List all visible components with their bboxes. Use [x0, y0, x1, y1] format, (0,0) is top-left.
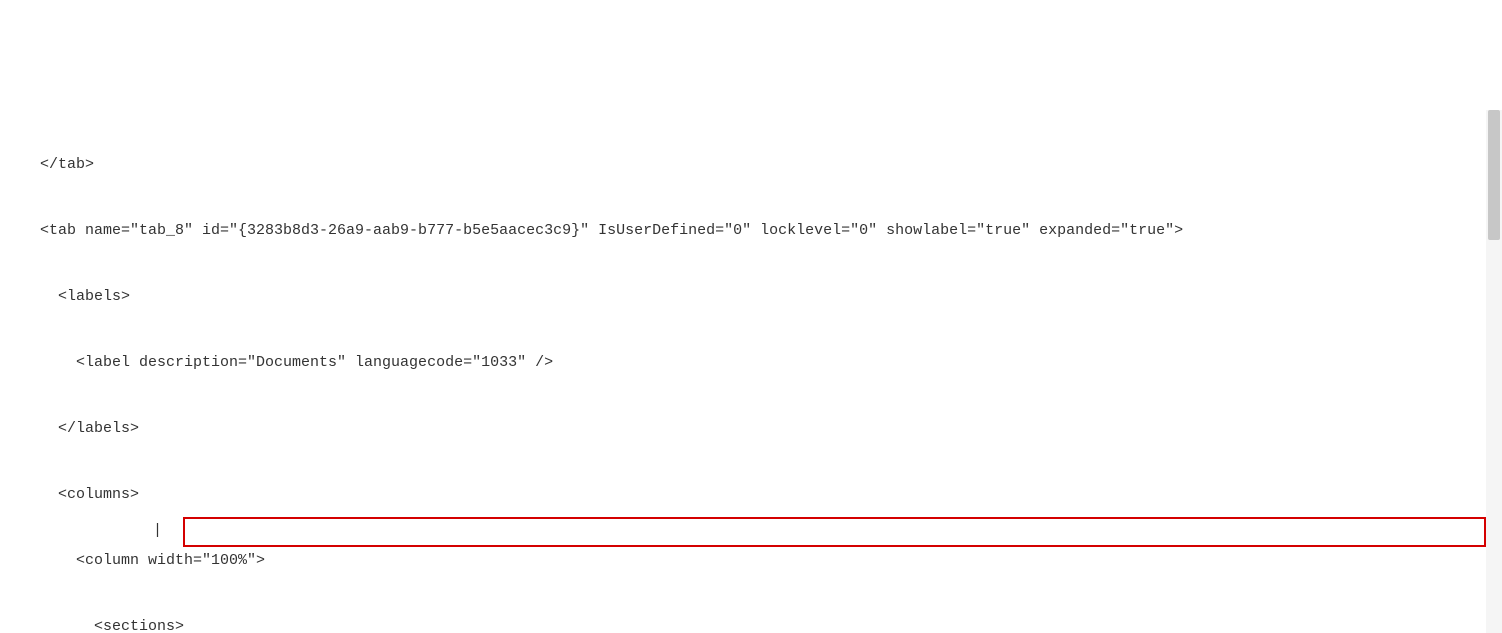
code-line[interactable]: </tab> [40, 154, 1502, 176]
code-line[interactable]: <sections> [40, 616, 1502, 633]
code-line[interactable]: <labels> [40, 286, 1502, 308]
xml-code-block[interactable]: </tab> <tab name="tab_8" id="{3283b8d3-2… [0, 110, 1502, 633]
highlight-rectangle [183, 517, 1486, 547]
text-cursor: | [153, 520, 162, 542]
vertical-scrollbar-thumb[interactable] [1488, 110, 1500, 240]
code-line[interactable]: </labels> [40, 418, 1502, 440]
vertical-scrollbar-track[interactable] [1486, 110, 1502, 633]
code-line[interactable]: <label description="Documents" languagec… [40, 352, 1502, 374]
code-line[interactable]: <columns> [40, 484, 1502, 506]
code-line[interactable]: <tab name="tab_8" id="{3283b8d3-26a9-aab… [40, 220, 1502, 242]
code-line[interactable]: <column width="100%"> [40, 550, 1502, 572]
